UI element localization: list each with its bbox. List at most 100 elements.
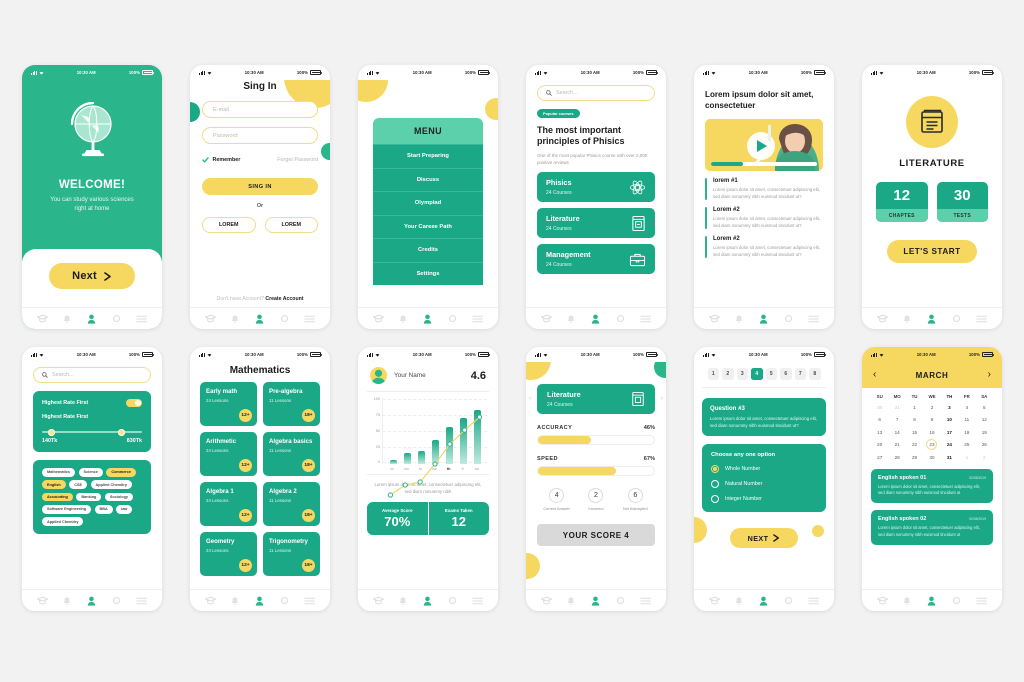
day-cell[interactable]: 31 [941,453,958,462]
bottom-nav[interactable] [694,307,834,329]
menu-item-settings[interactable]: Settings [373,261,483,285]
bottom-nav[interactable] [22,307,162,329]
menu-item-discuss[interactable]: Discuss [373,167,483,191]
gear-icon[interactable] [616,314,625,323]
graduation-cap-icon[interactable] [876,314,888,323]
gear-icon[interactable] [112,596,121,605]
day-cell[interactable]: 29 [906,453,923,462]
menu-icon[interactable] [304,315,315,323]
bottom-nav[interactable] [862,589,1002,611]
subject-card-pre-algebra[interactable]: Pre-algebra 11 Lessons 18+ [263,382,320,426]
subject-card-geometry[interactable]: Geometry 24 Lessons 12+ [200,532,257,576]
slider-knob-max[interactable] [118,428,125,436]
graduation-cap-icon[interactable] [876,596,888,605]
day-cell[interactable]: 18 [958,428,975,437]
subject-card-early-math[interactable]: Early math 24 Lessons 12+ [200,382,257,426]
graduation-cap-icon[interactable] [204,596,216,605]
bottom-nav[interactable] [526,307,666,329]
gear-icon[interactable] [280,314,289,323]
menu-icon[interactable] [472,315,483,323]
lesson-list-item[interactable]: Lorem #2 Lorem ipsum dolor sit amet, con… [705,236,823,259]
graduation-cap-icon[interactable] [540,596,552,605]
day-cell[interactable]: 12 [976,415,993,424]
gear-icon[interactable] [448,314,457,323]
menu-icon[interactable] [976,597,987,605]
day-cell[interactable]: 24 [941,440,958,449]
event-card-2[interactable]: English spoken 02 02/08/2019 Lorem ipsum… [871,510,993,546]
person-icon[interactable] [759,596,768,606]
graduation-cap-icon[interactable] [372,314,384,323]
tag-english[interactable]: English [42,480,66,490]
day-cell[interactable]: 5 [976,403,993,412]
graduation-cap-icon[interactable] [36,596,48,605]
tag-applied-chemistry[interactable]: Applied Chemitry [90,480,132,490]
tag-mathematics[interactable]: Mathematics [42,468,76,477]
menu-icon[interactable] [304,597,315,605]
next-button[interactable]: Next [49,263,135,289]
course-card-literature[interactable]: Literature 24 Courses [537,208,655,239]
subject-card-algebra-basics[interactable]: Algebra basics 11 Lessons 18+ [263,432,320,476]
slider-knob-min[interactable] [48,428,55,436]
day-cell[interactable]: 31 [888,403,905,412]
bottom-nav[interactable] [22,589,162,611]
person-icon[interactable] [255,596,264,606]
graduation-cap-icon[interactable] [36,314,48,323]
event-card-1[interactable]: English spoken 01 02/08/2019 Lorem ipsum… [871,468,993,504]
tag-sociology[interactable]: Sociology [104,492,134,502]
carousel-prev-icon[interactable]: ‹ [529,395,531,402]
search-input[interactable]: Search... [33,367,151,383]
question-pager[interactable]: 1 2 3 4 5 6 7 8 [702,362,826,388]
day-cell[interactable]: 10 [941,415,958,424]
subject-card-algebra-1[interactable]: Algebra 1 24 Lessons 12+ [200,482,257,526]
bottom-nav[interactable] [358,307,498,329]
day-cell[interactable]: 19 [976,428,993,437]
bell-icon[interactable] [567,596,575,606]
day-cell[interactable]: 13 [871,428,888,437]
subject-card-algebra-2[interactable]: Algebra 2 11 Lessons 18+ [263,482,320,526]
graduation-cap-icon[interactable] [540,314,552,323]
tag-bba[interactable]: BBA [94,504,113,514]
day-cell[interactable]: 3 [941,403,958,412]
gear-icon[interactable] [784,596,793,605]
password-field[interactable]: Password [202,127,318,144]
tag-commerce[interactable]: Commerce [106,468,137,477]
bell-icon[interactable] [735,314,743,324]
your-score-button[interactable]: YOUR SCORE 4 [537,524,655,546]
tag-law[interactable]: law [116,504,133,514]
day-cell[interactable]: 21 [888,440,905,449]
bottom-nav[interactable] [526,589,666,611]
social-button-1[interactable]: LOREM [202,217,256,233]
gear-icon[interactable] [952,314,961,323]
gear-icon[interactable] [784,314,793,323]
day-cell[interactable]: 4 [958,403,975,412]
menu-item-credits[interactable]: Credits [373,238,483,262]
tag-applied-chemistry-2[interactable]: Applied Chemitry [42,517,84,526]
person-icon[interactable] [423,596,432,606]
person-icon[interactable] [927,596,936,606]
day-cell[interactable]: 20 [871,440,888,449]
bottom-nav[interactable] [190,307,330,329]
remember-checkbox[interactable]: Remember [202,156,240,163]
next-question-button[interactable]: NEXT [730,528,798,549]
menu-item-start-preparing[interactable]: Start Preparing [373,144,483,168]
bell-icon[interactable] [567,314,575,324]
price-range-slider[interactable] [42,427,142,437]
bell-icon[interactable] [903,596,911,606]
bottom-nav[interactable] [862,307,1002,329]
menu-item-career-path[interactable]: Your Careee Path [373,214,483,238]
gear-icon[interactable] [112,314,121,323]
bottom-nav[interactable] [694,589,834,611]
page-8[interactable]: 8 [809,368,821,380]
bell-icon[interactable] [231,314,239,324]
day-cell[interactable]: 2 [976,453,993,462]
day-cell[interactable]: 9 [923,415,940,424]
course-card-management[interactable]: Management 24 Courses [537,244,655,275]
person-icon[interactable] [255,314,264,324]
tag-banking[interactable]: Banking [76,492,102,502]
day-cell[interactable]: 16 [923,428,940,437]
page-6[interactable]: 6 [780,368,792,380]
course-card-phisics[interactable]: Phisics 24 Courses [537,172,655,203]
menu-icon[interactable] [136,315,147,323]
page-3[interactable]: 3 [736,368,748,380]
signin-button[interactable]: SING IN [202,178,318,195]
